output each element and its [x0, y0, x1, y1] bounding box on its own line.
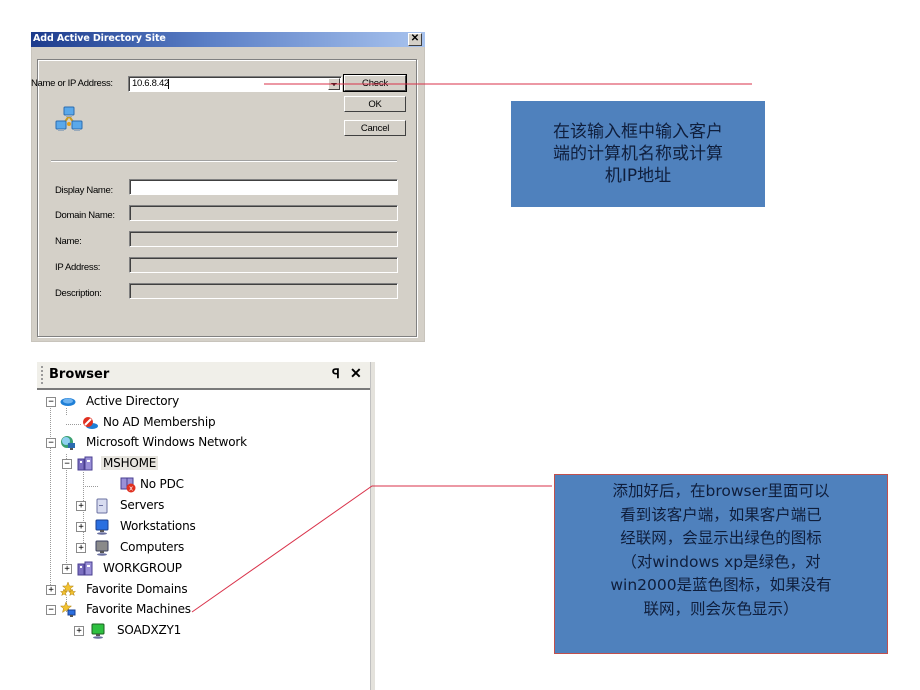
ip-address-label: IP Address: [55, 262, 101, 273]
svg-text:x: x [129, 485, 133, 493]
expand-toggle[interactable]: + [62, 564, 72, 574]
network-computers-icon [55, 106, 83, 131]
tree-item-label: Servers [120, 498, 165, 512]
description-field [129, 283, 398, 299]
tree-item-label: Favorite Domains [86, 582, 188, 596]
collapse-toggle[interactable]: − [46, 438, 56, 448]
tree-item-label: Computers [120, 540, 185, 554]
dialog-separator [51, 160, 397, 161]
server-icon [96, 498, 108, 514]
workgroup-icon [77, 561, 93, 576]
tree-line [83, 486, 99, 487]
expand-toggle[interactable]: + [74, 626, 84, 636]
expand-toggle[interactable]: + [76, 522, 86, 532]
close-icon[interactable]: ✕ [350, 365, 362, 382]
description-label: Description: [55, 288, 102, 299]
expand-toggle[interactable]: + [76, 543, 86, 553]
tree-line [50, 402, 51, 589]
callout-line: 经联网，会显示出绿色的图标 [620, 529, 822, 547]
tree-item-label: Workstations [120, 519, 196, 533]
tree-item-label: WORKGROUP [103, 561, 182, 575]
active-directory-icon [60, 398, 76, 406]
tree-item-label: Favorite Machines [86, 602, 191, 616]
callout-line: （对windows xp是绿色，对 [621, 552, 821, 571]
favorite-machines-icon [60, 602, 76, 617]
display-name-field[interactable] [129, 179, 398, 195]
tree-line [66, 424, 82, 425]
cancel-button[interactable]: Cancel [344, 120, 406, 136]
tree-item-label: No PDC [140, 477, 184, 491]
no-pdc-icon: x [120, 477, 136, 493]
browser-header: Browser ꟼ ✕ [37, 362, 370, 390]
expand-toggle[interactable]: + [46, 585, 56, 595]
name-field [129, 231, 398, 247]
dialog-titlebar[interactable]: Add Active Directory Site ✕ [31, 32, 425, 47]
callout-line: 机IP地址 [604, 166, 672, 186]
browser-scrollbar[interactable] [370, 362, 375, 690]
tree-item-label: Active Directory [86, 394, 180, 408]
chevron-down-icon[interactable] [328, 78, 340, 90]
name-label: Name: [55, 236, 82, 247]
online-computer-icon [91, 623, 105, 639]
browser-hint-callout: 添加好后，在browser里面可以 看到该客户端，如果客户端已 经联网，会显示出… [554, 474, 888, 654]
pin-icon[interactable]: ꟼ [332, 366, 340, 382]
collapse-toggle[interactable]: − [62, 459, 72, 469]
no-ad-membership-icon [83, 417, 98, 429]
expand-toggle[interactable]: + [76, 501, 86, 511]
collapse-toggle[interactable]: − [46, 605, 56, 615]
check-button[interactable]: Check [343, 74, 407, 92]
windows-network-icon [61, 436, 75, 450]
drag-grip-icon[interactable] [41, 366, 43, 384]
callout-line: 端的计算机名称或计算 [553, 144, 723, 164]
collapse-toggle[interactable]: − [46, 397, 56, 407]
name-or-ip-value[interactable]: 10.6.8.42 [132, 78, 169, 89]
tree-line [66, 454, 67, 571]
close-icon[interactable]: ✕ [408, 33, 422, 46]
tree-item-label: SOADXZY1 [117, 623, 182, 637]
workstation-icon [95, 519, 109, 535]
workgroup-icon [77, 456, 93, 471]
ip-address-field [129, 257, 398, 273]
tree-item-label: MSHOME [101, 456, 159, 470]
browser-title: Browser [49, 367, 110, 382]
name-or-ip-label: Name or IP Address: [31, 78, 113, 89]
computer-icon [95, 540, 109, 556]
ok-button[interactable]: OK [344, 96, 406, 112]
callout-line: 在该输入框中输入客户 [553, 122, 723, 142]
text-caret [168, 79, 169, 89]
tree-item-label: No AD Membership [103, 415, 216, 429]
callout-line: 添加好后，在browser里面可以 [612, 482, 830, 500]
callout-line: 看到该客户端，如果客户端已 [620, 505, 822, 524]
browser-panel: Browser ꟼ ✕ [37, 362, 370, 690]
favorite-domains-icon [60, 582, 76, 597]
input-hint-callout: 在该输入框中输入客户 端的计算机名称或计算 机IP地址 [511, 101, 765, 207]
dialog-title: Add Active Directory Site [33, 33, 166, 44]
domain-name-label: Domain Name: [55, 210, 115, 221]
callout-line: 联网，则会灰色显示） [643, 599, 799, 618]
callout-line: win2000是蓝色图标，如果没有 [610, 576, 832, 594]
name-or-ip-combobox[interactable]: 10.6.8.42 [128, 76, 342, 92]
display-name-label: Display Name: [55, 185, 113, 196]
tree-item-label: Microsoft Windows Network [86, 435, 247, 449]
tree-line [83, 472, 84, 550]
add-ad-site-dialog: Add Active Directory Site ✕ Name or IP A… [31, 32, 425, 342]
domain-name-field [129, 205, 398, 221]
